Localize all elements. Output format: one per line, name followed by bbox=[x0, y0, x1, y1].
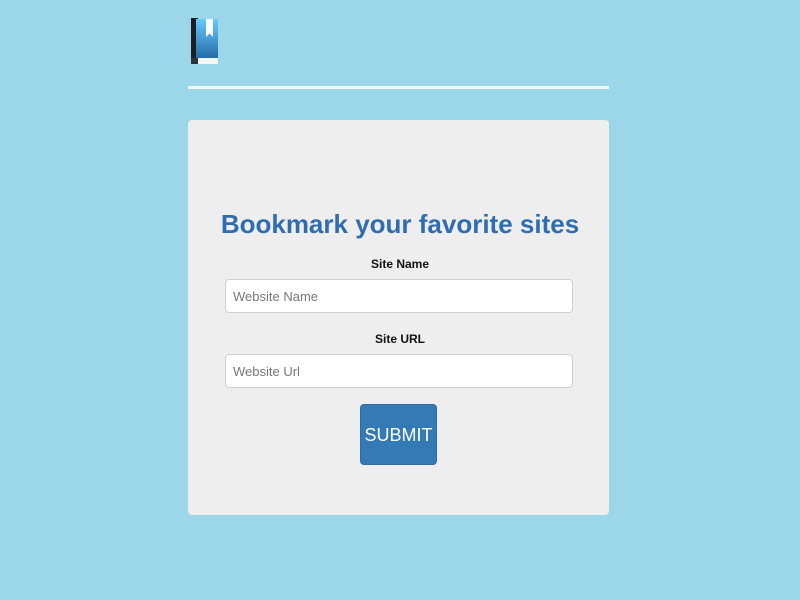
site-url-input[interactable] bbox=[225, 354, 573, 388]
site-name-label: Site Name bbox=[370, 257, 430, 271]
submit-button[interactable]: SUBMIT bbox=[360, 404, 437, 465]
bookmark-book-icon bbox=[191, 18, 218, 64]
site-name-input[interactable] bbox=[225, 279, 573, 313]
site-url-label: Site URL bbox=[374, 332, 425, 346]
page-title: Bookmark your favorite sites bbox=[220, 209, 580, 240]
header-divider bbox=[188, 86, 609, 89]
